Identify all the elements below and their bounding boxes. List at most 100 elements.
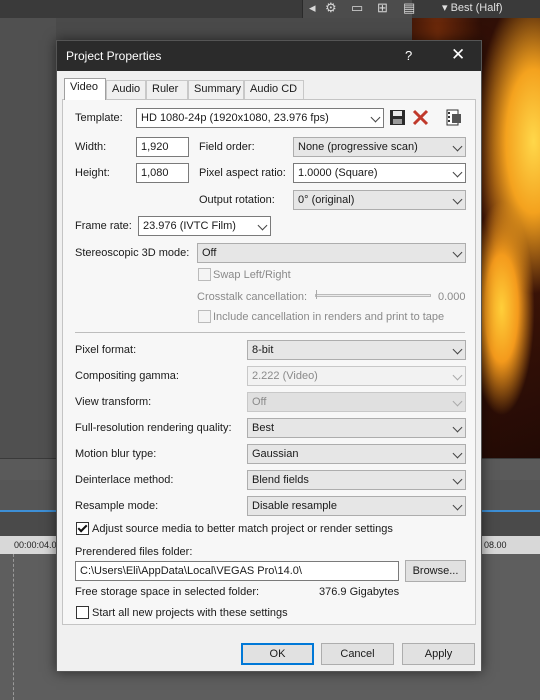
include-cancellation-label: Include cancellation in renders and prin…	[213, 311, 445, 323]
crosstalk-slider-thumb[interactable]	[316, 290, 317, 299]
pixel-aspect-label: Pixel aspect ratio:	[199, 167, 286, 179]
pixel-format-value: 8-bit	[252, 344, 274, 356]
split-screen-icon[interactable]: ⊞	[377, 0, 388, 16]
chevron-down-icon	[452, 448, 463, 459]
free-space-label: Free storage space in selected folder:	[75, 586, 260, 598]
gear-icon[interactable]: ⚙	[325, 0, 337, 16]
fullres-quality-dropdown[interactable]: Best	[247, 418, 466, 438]
chevron-down-icon	[452, 500, 463, 511]
preview-toolbar: ◂ ⚙ ▭ ⊞ ▤	[302, 0, 415, 18]
tab-audio[interactable]: Audio	[106, 80, 146, 99]
overlay-icon[interactable]: ▤	[403, 0, 415, 16]
chevron-down-icon	[452, 474, 463, 485]
project-properties-dialog: Project Properties ? ✕ Video Audio Ruler…	[56, 40, 482, 672]
cancel-button[interactable]: Cancel	[321, 643, 394, 665]
stereo-value: Off	[202, 247, 217, 259]
tab-audio-cd[interactable]: Audio CD	[244, 80, 304, 99]
chevron-down-icon	[452, 247, 463, 258]
chevron-down-icon	[257, 220, 268, 231]
ok-button[interactable]: OK	[241, 643, 314, 665]
dialog-titlebar[interactable]: Project Properties ? ✕	[57, 41, 481, 71]
deinterlace-dropdown[interactable]: Blend fields	[247, 470, 466, 490]
frame-rate-dropdown[interactable]: 23.976 (IVTC Film)	[138, 216, 271, 236]
chevron-down-icon	[452, 167, 463, 178]
compositing-gamma-label: Compositing gamma:	[75, 370, 179, 382]
compositing-gamma-dropdown[interactable]: 2.222 (Video)	[247, 366, 466, 386]
template-value: HD 1080-24p (1920x1080, 23.976 fps)	[141, 112, 329, 124]
fullres-quality-label: Full-resolution rendering quality:	[75, 422, 232, 434]
pixel-aspect-value: 1.0000 (Square)	[298, 167, 378, 179]
tab-ruler[interactable]: Ruler	[146, 80, 188, 99]
include-cancellation-checkbox[interactable]	[198, 310, 211, 323]
resample-label: Resample mode:	[75, 500, 159, 512]
output-rotation-value: 0° (original)	[298, 194, 355, 206]
cursor-line	[13, 554, 14, 700]
view-transform-dropdown[interactable]: Off	[247, 392, 466, 412]
left-panel	[0, 18, 56, 458]
view-transform-value: Off	[252, 396, 267, 408]
field-order-dropdown[interactable]: None (progressive scan)	[293, 137, 466, 157]
field-order-value: None (progressive scan)	[298, 141, 418, 153]
height-label: Height:	[75, 167, 110, 179]
toolbar-arrow-icon[interactable]: ◂	[309, 0, 316, 16]
chevron-down-icon	[452, 396, 463, 407]
crosstalk-label: Crosstalk cancellation:	[197, 291, 308, 303]
motion-blur-dropdown[interactable]: Gaussian	[247, 444, 466, 464]
help-button[interactable]: ?	[405, 48, 412, 63]
template-dropdown[interactable]: HD 1080-24p (1920x1080, 23.976 fps)	[136, 108, 384, 128]
crosstalk-value: 0.000	[438, 291, 466, 303]
tab-video[interactable]: Video	[64, 78, 106, 100]
pixel-format-dropdown[interactable]: 8-bit	[247, 340, 466, 360]
chevron-down-icon	[370, 112, 381, 123]
apply-button[interactable]: Apply	[402, 643, 475, 665]
checkmark-icon	[77, 522, 88, 533]
crosstalk-slider[interactable]	[315, 294, 431, 297]
swap-left-right-label: Swap Left/Right	[213, 269, 291, 281]
pixel-aspect-dropdown[interactable]: 1.0000 (Square)	[293, 163, 466, 183]
field-order-label: Field order:	[199, 141, 255, 153]
browse-button[interactable]: Browse...	[405, 560, 466, 582]
frame-rate-label: Frame rate:	[75, 220, 132, 232]
motion-blur-value: Gaussian	[252, 448, 299, 460]
delete-template-icon[interactable]	[412, 109, 429, 126]
resample-value: Disable resample	[252, 500, 337, 512]
motion-blur-label: Motion blur type:	[75, 448, 157, 460]
pixel-format-label: Pixel format:	[75, 344, 137, 356]
width-label: Width:	[75, 141, 107, 153]
swap-left-right-checkbox[interactable]	[198, 268, 211, 281]
ruler-time-label: 08.00	[484, 540, 507, 550]
chevron-down-icon	[452, 422, 463, 433]
stereo-dropdown[interactable]: Off	[197, 243, 466, 263]
prerendered-folder-label: Prerendered files folder:	[75, 546, 193, 558]
free-space-value: 376.9 Gigabytes	[319, 586, 400, 598]
ruler-time-label: 00:00:04.0	[14, 540, 57, 550]
preview-quality-dropdown[interactable]: ▾ Best (Half)	[442, 1, 503, 14]
save-template-icon[interactable]	[389, 109, 406, 126]
deinterlace-value: Blend fields	[252, 474, 309, 486]
match-media-settings-icon[interactable]	[445, 109, 462, 126]
resample-dropdown[interactable]: Disable resample	[247, 496, 466, 516]
adjust-source-media-checkbox[interactable]	[76, 522, 89, 535]
frame-rate-value: 23.976 (IVTC Film)	[143, 220, 236, 232]
chevron-down-icon	[452, 344, 463, 355]
compositing-gamma-value: 2.222 (Video)	[252, 370, 318, 382]
deinterlace-label: Deinterlace method:	[75, 474, 174, 486]
start-all-projects-label: Start all new projects with these settin…	[92, 607, 288, 619]
snapshot-icon[interactable]: ▭	[351, 0, 363, 16]
start-all-projects-checkbox[interactable]	[76, 606, 89, 619]
output-rotation-dropdown[interactable]: 0° (original)	[293, 190, 466, 210]
divider	[75, 332, 465, 333]
width-field[interactable]: 1,920	[136, 137, 189, 157]
preview-quality-label: Best (Half)	[450, 2, 503, 14]
output-rotation-label: Output rotation:	[199, 194, 275, 206]
template-label: Template:	[75, 112, 123, 124]
adjust-source-media-label: Adjust source media to better match proj…	[92, 523, 393, 535]
prerendered-folder-field[interactable]: C:\Users\Eli\AppData\Local\VEGAS Pro\14.…	[75, 561, 399, 581]
chevron-down-icon	[452, 194, 463, 205]
stereo-label: Stereoscopic 3D mode:	[75, 247, 190, 259]
height-field[interactable]: 1,080	[136, 163, 189, 183]
tab-summary[interactable]: Summary	[188, 80, 244, 99]
chevron-down-icon	[452, 141, 463, 152]
close-button[interactable]: ✕	[451, 45, 465, 65]
dialog-title: Project Properties	[66, 49, 162, 63]
